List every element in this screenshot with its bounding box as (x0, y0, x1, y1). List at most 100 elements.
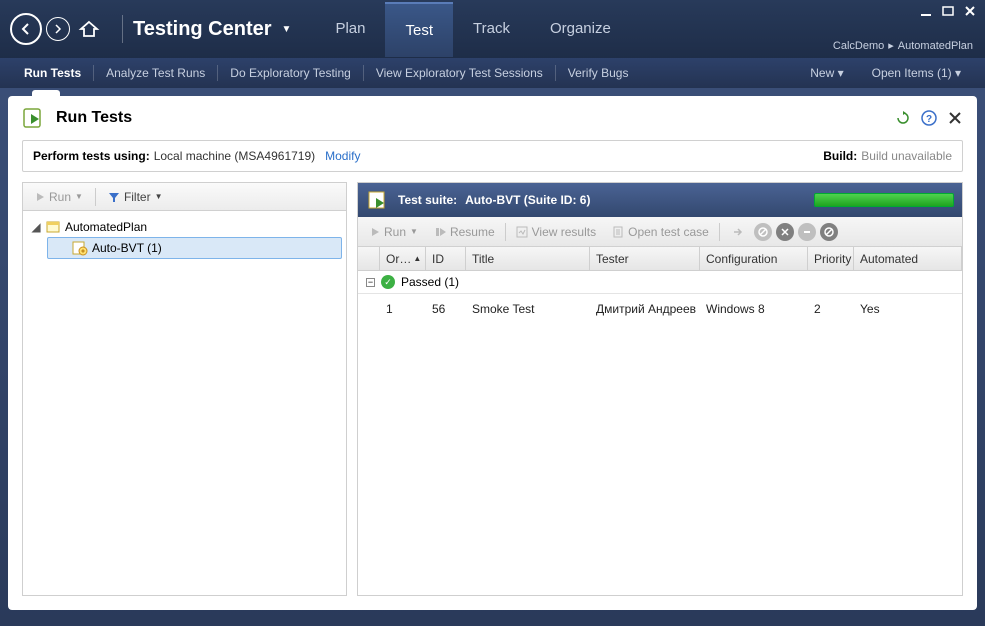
refresh-button[interactable] (895, 110, 911, 126)
tree-plan-row[interactable]: ◢ AutomatedPlan (27, 217, 342, 237)
col-checkbox[interactable] (358, 247, 380, 270)
minus-icon (802, 227, 812, 237)
build-value: Build unavailable (861, 149, 952, 163)
svg-text:?: ? (926, 114, 932, 125)
table-row[interactable]: 1 56 Smoke Test Дмитрий Андреев Windows … (358, 294, 962, 324)
x-icon (780, 227, 790, 237)
page: Run Tests ? Perform tests using: Local m… (8, 96, 977, 610)
grid-run-button[interactable]: Run ▼ (364, 223, 424, 241)
nav-exploratory[interactable]: Do Exploratory Testing (218, 66, 363, 80)
col-id[interactable]: ID (426, 247, 466, 270)
close-button[interactable] (963, 4, 977, 18)
divider (719, 223, 720, 241)
divider (122, 15, 123, 43)
na-button[interactable] (820, 223, 838, 241)
back-button[interactable] (10, 13, 42, 45)
nav-verify-bugs[interactable]: Verify Bugs (556, 66, 641, 80)
resume-icon (434, 226, 446, 238)
pass-icon: ✓ (381, 275, 395, 289)
home-button[interactable] (78, 18, 100, 40)
expander-icon[interactable]: ◢ (31, 222, 41, 232)
nav-analyze[interactable]: Analyze Test Runs (94, 66, 217, 80)
nav-view-exploratory[interactable]: View Exploratory Test Sessions (364, 66, 555, 80)
col-tester[interactable]: Tester (590, 247, 700, 270)
reset-button[interactable] (798, 223, 816, 241)
page-wrap: Run Tests ? Perform tests using: Local m… (0, 88, 985, 626)
cell-config: Windows 8 (700, 298, 808, 320)
page-header: Run Tests ? (8, 96, 977, 140)
col-title[interactable]: Title (466, 247, 590, 270)
play-icon (35, 192, 45, 202)
page-notch (32, 90, 60, 96)
fail-button[interactable] (776, 223, 794, 241)
group-label: Passed (1) (401, 275, 459, 289)
suite-progress-bar (815, 194, 953, 206)
secondary-nav: Run Tests Analyze Test Runs Do Explorato… (0, 58, 985, 88)
na-icon (824, 227, 834, 237)
open-items-dropdown[interactable]: Open Items (1) ▾ (860, 66, 973, 80)
cell-order: 1 (380, 298, 426, 320)
suite-name: Auto-BVT (Suite ID: 6) (465, 193, 590, 207)
filter-button[interactable]: Filter ▼ (102, 188, 169, 206)
filter-icon (108, 191, 120, 203)
open-icon (612, 226, 624, 238)
block-icon (758, 227, 768, 237)
titlebar: Testing Center ▼ Plan Test Track Organiz… (0, 0, 985, 58)
col-config[interactable]: Configuration (700, 247, 808, 270)
action-arrow-button[interactable] (724, 223, 750, 241)
chevron-right-icon: ▸ (888, 39, 894, 52)
tree-plan-label: AutomatedPlan (65, 220, 147, 234)
cell-tester: Дмитрий Андреев (590, 298, 700, 320)
plan-icon (45, 219, 61, 235)
perform-label: Perform tests using: (33, 149, 150, 163)
open-test-case-button[interactable]: Open test case (606, 223, 715, 241)
tree-suite-row[interactable]: Auto-BVT (1) (47, 237, 342, 259)
arrow-icon (730, 225, 744, 239)
run-tests-icon (22, 106, 46, 130)
breadcrumb: CalcDemo ▸ AutomatedPlan (833, 39, 973, 52)
perform-value: Local machine (MSA4961719) (154, 149, 315, 163)
grid-header: Or…▲ ID Title Tester Configuration Prior… (358, 247, 962, 271)
minimize-button[interactable] (919, 4, 933, 18)
tab-plan[interactable]: Plan (315, 2, 385, 57)
collapse-icon[interactable]: − (366, 278, 375, 287)
maximize-button[interactable] (941, 4, 955, 18)
new-dropdown[interactable]: New ▾ (798, 66, 855, 80)
tab-test[interactable]: Test (385, 2, 453, 57)
breadcrumb-plan[interactable]: AutomatedPlan (898, 40, 973, 52)
group-passed[interactable]: − ✓ Passed (1) (358, 271, 962, 294)
col-automated[interactable]: Automated (854, 247, 962, 270)
main-tabs: Plan Test Track Organize (315, 2, 630, 57)
tab-track[interactable]: Track (453, 2, 530, 57)
page-title: Run Tests (56, 109, 132, 127)
test-grid-panel: Test suite: Auto-BVT (Suite ID: 6) Run ▼… (357, 182, 963, 596)
view-results-button[interactable]: View results (510, 223, 602, 241)
play-icon (370, 227, 380, 237)
cell-automated: Yes (854, 298, 962, 320)
cell-title: Smoke Test (466, 298, 590, 320)
suite-tree-panel: Run ▼ Filter ▼ ◢ AutomatedPlan (22, 182, 347, 596)
content: Run ▼ Filter ▼ ◢ AutomatedPlan (8, 172, 977, 610)
forward-button[interactable] (46, 17, 70, 41)
divider (95, 188, 96, 206)
col-priority[interactable]: Priority (808, 247, 854, 270)
results-icon (516, 226, 528, 238)
nav-run-tests[interactable]: Run Tests (12, 66, 93, 80)
breadcrumb-project[interactable]: CalcDemo (833, 40, 884, 52)
build-label: Build: (823, 149, 857, 163)
close-page-button[interactable] (947, 110, 963, 126)
cell-id: 56 (426, 298, 466, 320)
block-button[interactable] (754, 223, 772, 241)
col-order[interactable]: Or…▲ (380, 247, 426, 270)
tab-organize[interactable]: Organize (530, 2, 631, 57)
info-strip: Perform tests using: Local machine (MSA4… (22, 140, 963, 172)
suite-header-icon (366, 188, 390, 212)
tree-run-button[interactable]: Run ▼ (29, 188, 89, 206)
suite-header: Test suite: Auto-BVT (Suite ID: 6) (358, 183, 962, 217)
suite-progress (814, 193, 954, 207)
modify-link[interactable]: Modify (325, 149, 360, 163)
resume-button[interactable]: Resume (428, 223, 501, 241)
center-dropdown[interactable]: ▼ (282, 24, 292, 35)
suite-label: Test suite: (398, 193, 457, 207)
help-button[interactable]: ? (921, 110, 937, 126)
